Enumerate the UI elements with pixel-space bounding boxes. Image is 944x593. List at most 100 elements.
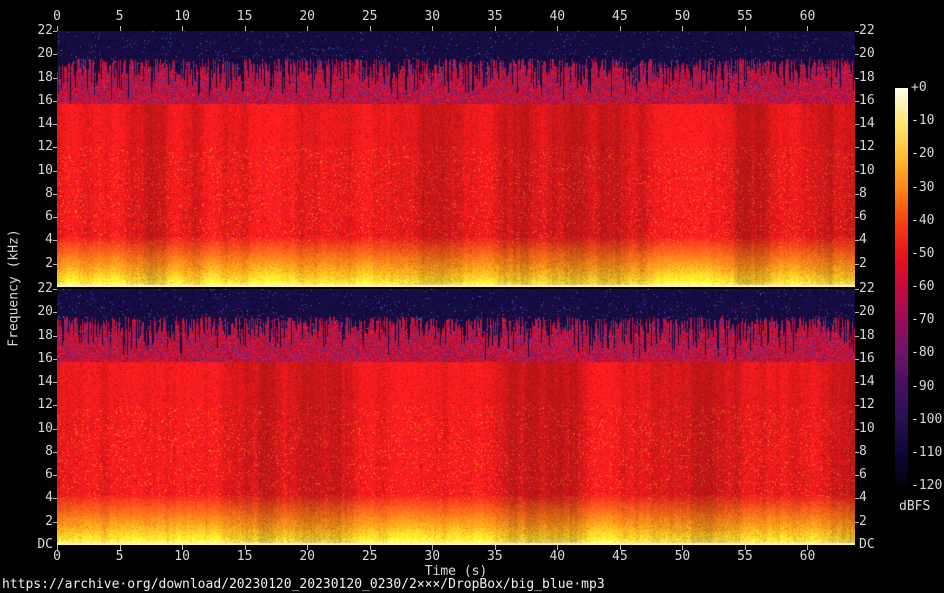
time-tick-label: 45: [612, 550, 628, 564]
time-tick-label: 40: [549, 10, 565, 24]
frequency-tick-label: 8: [13, 186, 53, 201]
colorbar-tick-label: -80: [911, 346, 944, 360]
time-tick-mark: [682, 545, 683, 550]
frequency-tick-mark: [855, 31, 859, 32]
time-tick-label: 50: [675, 10, 691, 24]
frequency-tick-mark: [855, 382, 859, 383]
frequency-tick-mark: [53, 31, 57, 32]
colorbar-tick-label: -40: [911, 214, 944, 228]
colorbar-tick-label: -30: [911, 181, 944, 195]
frequency-tick-label: 8: [859, 186, 899, 201]
frequency-tick-label: 12: [859, 397, 899, 412]
frequency-tick-mark: [855, 498, 859, 499]
frequency-tick-mark: [53, 124, 57, 125]
time-tick-mark: [307, 26, 308, 31]
time-tick-label: 60: [800, 10, 816, 24]
time-tick-mark: [682, 26, 683, 31]
frequency-tick-label: 18: [13, 70, 53, 85]
frequency-tick-mark: [855, 171, 859, 172]
colorbar-tick-label: -120: [911, 479, 944, 493]
frequency-tick-mark: [53, 498, 57, 499]
source-url-text: https://archive·org/download/20230120_20…: [2, 577, 605, 592]
frequency-tick-mark: [855, 78, 859, 79]
time-tick-label: 15: [237, 550, 253, 564]
time-tick-mark: [57, 26, 58, 31]
time-tick-label: 5: [116, 550, 124, 564]
time-tick-label: 10: [174, 10, 190, 24]
frequency-tick-mark: [855, 475, 859, 476]
frequency-tick-label: 4: [859, 490, 899, 505]
frequency-tick-label: 18: [859, 328, 899, 343]
frequency-tick-label: 22: [13, 281, 53, 296]
time-tick-label: 30: [424, 10, 440, 24]
frequency-tick-label: 18: [859, 70, 899, 85]
frequency-tick-label: 16: [859, 93, 899, 108]
time-tick-label: 60: [800, 550, 816, 564]
time-tick-label: 55: [737, 10, 753, 24]
frequency-tick-label: 12: [13, 397, 53, 412]
frequency-tick-mark: [53, 429, 57, 430]
frequency-tick-mark: [53, 452, 57, 453]
time-tick-label: 35: [487, 10, 503, 24]
time-tick-mark: [245, 545, 246, 550]
colorbar-tick-label: -90: [911, 380, 944, 394]
frequency-tick-label: 22: [859, 281, 899, 296]
frequency-tick-label: 10: [859, 421, 899, 436]
frequency-tick-mark: [53, 101, 57, 102]
frequency-tick-label: 6: [859, 467, 899, 482]
time-tick-label: 0: [53, 550, 61, 564]
frequency-tick-label: 14: [859, 374, 899, 389]
frequency-tick-mark: [53, 171, 57, 172]
frequency-tick-mark: [53, 54, 57, 55]
frequency-tick-mark: [53, 194, 57, 195]
frequency-tick-label: 10: [13, 421, 53, 436]
time-tick-label: 10: [174, 550, 190, 564]
frequency-tick-label: 12: [859, 139, 899, 154]
time-tick-label: 25: [362, 550, 378, 564]
time-tick-label: 20: [299, 550, 315, 564]
frequency-tick-label: 16: [859, 351, 899, 366]
frequency-tick-label: 2: [13, 256, 53, 271]
frequency-tick-mark: [53, 336, 57, 337]
time-tick-mark: [432, 545, 433, 550]
time-tick-label: 0: [53, 10, 61, 24]
frequency-tick-mark: [855, 289, 859, 290]
frequency-tick-mark: [53, 289, 57, 290]
colorbar-tick-label: +0: [911, 81, 944, 95]
frequency-tick-label: 10: [13, 163, 53, 178]
dc-tick-label: DC: [13, 537, 53, 552]
time-tick-mark: [807, 545, 808, 550]
time-tick-mark: [57, 545, 58, 550]
frequency-tick-mark: [53, 264, 57, 265]
frequency-tick-label: 20: [13, 46, 53, 61]
frequency-tick-label: 16: [13, 351, 53, 366]
frequency-tick-label: 20: [859, 46, 899, 61]
time-tick-mark: [620, 26, 621, 31]
frequency-tick-label: 6: [859, 209, 899, 224]
time-tick-label: 35: [487, 550, 503, 564]
colorbar-tick-label: -10: [911, 114, 944, 128]
frequency-tick-label: 2: [859, 256, 899, 271]
frequency-tick-label: 2: [13, 514, 53, 529]
frequency-tick-label: 4: [13, 490, 53, 505]
colorbar-tick-label: -20: [911, 147, 944, 161]
frequency-tick-mark: [855, 405, 859, 406]
frequency-tick-mark: [53, 359, 57, 360]
time-tick-label: 15: [237, 10, 253, 24]
time-tick-mark: [120, 26, 121, 31]
spectrogram-channel-2: [57, 289, 855, 545]
time-tick-mark: [807, 26, 808, 31]
frequency-tick-label: 20: [859, 304, 899, 319]
spectrogram-figure: Frequency (kHz) 051015202530354045505560…: [0, 0, 944, 593]
frequency-tick-mark: [855, 522, 859, 523]
time-tick-mark: [557, 545, 558, 550]
frequency-tick-label: 6: [13, 209, 53, 224]
frequency-tick-label: 16: [13, 93, 53, 108]
frequency-tick-mark: [53, 240, 57, 241]
frequency-tick-mark: [855, 359, 859, 360]
frequency-tick-mark: [855, 336, 859, 337]
time-tick-mark: [495, 545, 496, 550]
time-tick-mark: [307, 545, 308, 550]
dc-tick-label: DC: [859, 537, 899, 552]
colorbar-tick-label: -60: [911, 280, 944, 294]
